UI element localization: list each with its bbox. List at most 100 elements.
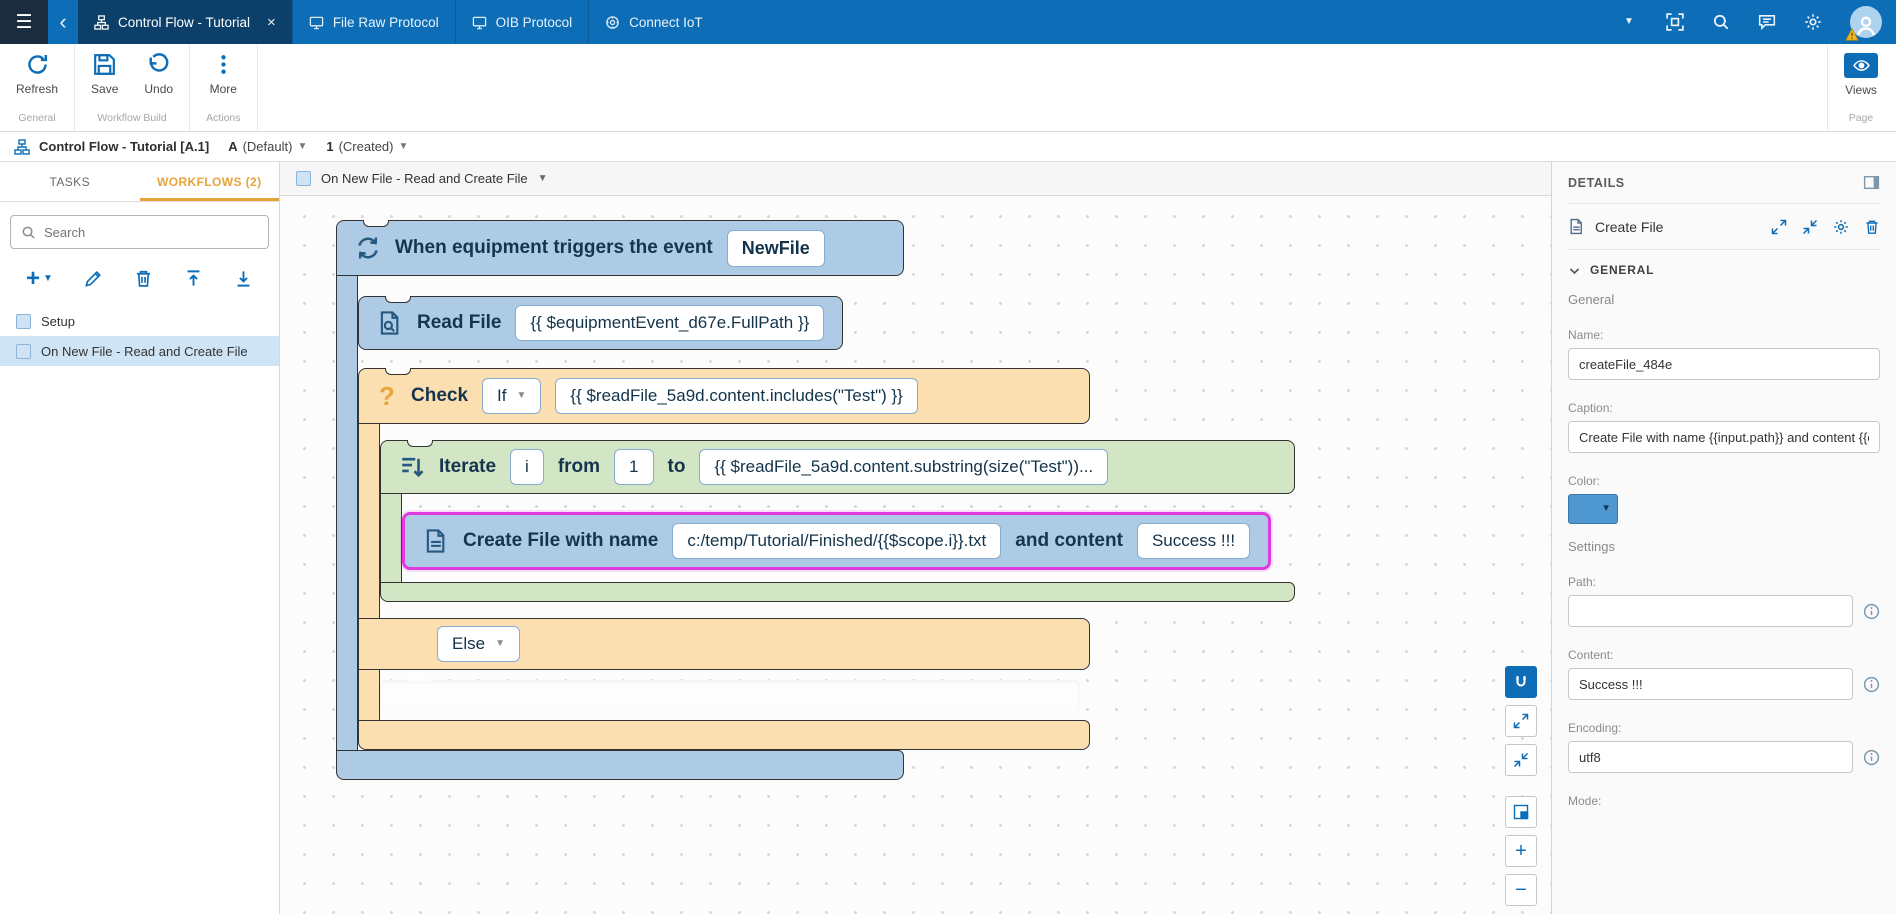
state-dropdown[interactable]: 1 (Created) ▼ xyxy=(326,139,408,154)
encoding-input[interactable] xyxy=(1568,741,1853,773)
workflow-header[interactable]: On New File - Read and Create File ▼ xyxy=(280,162,1551,196)
zoom-out-button[interactable]: − xyxy=(1505,874,1537,906)
refresh-button[interactable]: Refresh xyxy=(16,53,58,96)
connector-notch xyxy=(385,296,411,303)
back-button[interactable]: ‹ xyxy=(48,0,78,44)
iterate-from-field[interactable]: 1 xyxy=(614,449,653,485)
chevron-down-icon: ▼ xyxy=(538,174,548,184)
toolbar-group-label: Actions xyxy=(206,109,240,128)
block-footer xyxy=(380,582,1295,602)
save-button[interactable]: Save xyxy=(91,53,118,96)
protocol-icon xyxy=(309,15,324,30)
messages-button[interactable] xyxy=(1758,13,1776,31)
question-icon: ? xyxy=(377,381,397,412)
iterate-icon xyxy=(399,454,425,480)
workflow-designer: On New File - Read and Create File ▼ Whe… xyxy=(280,162,1551,914)
iot-icon xyxy=(605,15,620,30)
check-operator-dropdown[interactable]: If▼ xyxy=(482,378,541,414)
canvas-controls-bottom: + − xyxy=(1505,796,1537,906)
selected-block-title: Create File xyxy=(1595,219,1663,235)
list-item-on-new-file[interactable]: On New File - Read and Create File xyxy=(0,336,279,366)
user-avatar[interactable] xyxy=(1850,6,1882,38)
tab-file-raw-protocol[interactable]: File Raw Protocol xyxy=(292,0,455,44)
list-item-setup[interactable]: Setup xyxy=(0,306,279,336)
tab-control-flow-tutorial[interactable]: Control Flow - Tutorial × xyxy=(78,0,292,44)
gear-icon[interactable] xyxy=(1833,219,1849,235)
block-create-file[interactable]: Create File with name c:/temp/Tutorial/F… xyxy=(402,512,1271,570)
info-icon[interactable] xyxy=(1863,676,1880,693)
expand-icon[interactable] xyxy=(1771,219,1787,235)
create-file-name-field[interactable]: c:/temp/Tutorial/Finished/{{$scope.i}}.t… xyxy=(672,523,1001,559)
else-dropdown[interactable]: Else▼ xyxy=(437,626,520,662)
chevron-down-icon: ▼ xyxy=(43,274,53,284)
export-workflow-button[interactable] xyxy=(234,269,253,288)
tab-oib-protocol[interactable]: OIB Protocol xyxy=(455,0,589,44)
edit-workflow-button[interactable] xyxy=(84,269,103,288)
undo-button[interactable]: Undo xyxy=(144,53,173,96)
version-dropdown[interactable]: A (Default) ▼ xyxy=(228,139,307,154)
block-check[interactable]: ? Check If▼ {{ $readFile_5a9d.content.in… xyxy=(358,368,1295,750)
views-button[interactable]: Views xyxy=(1844,53,1878,97)
left-sidebar: TASKS WORKFLOWS (2) +▼ xyxy=(0,162,280,914)
block-event[interactable]: When equipment triggers the event NewFil… xyxy=(336,220,1295,780)
path-input[interactable] xyxy=(1568,595,1853,627)
tab-workflows[interactable]: WORKFLOWS (2) xyxy=(140,162,280,201)
collapse-icon[interactable] xyxy=(1802,219,1818,235)
empty-statement-slot[interactable] xyxy=(380,680,1080,712)
tab-connect-iot[interactable]: Connect IoT xyxy=(588,0,719,44)
delete-workflow-button[interactable] xyxy=(134,269,153,288)
chevron-down-icon: ▼ xyxy=(495,639,505,649)
search-input[interactable] xyxy=(44,225,258,240)
block-footer xyxy=(358,720,1090,750)
minimap-button[interactable] xyxy=(1505,796,1537,828)
iterate-to-field[interactable]: {{ $readFile_5a9d.content.substring(size… xyxy=(699,449,1108,485)
save-icon xyxy=(93,53,116,76)
arrow-down-to-line-icon xyxy=(234,269,253,288)
expand-all-button[interactable] xyxy=(1505,705,1537,737)
settings-button[interactable] xyxy=(1804,13,1822,31)
tab-tasks[interactable]: TASKS xyxy=(0,162,140,201)
block-read-file[interactable]: Read File {{ $equipmentEvent_d67e.FullPa… xyxy=(358,296,843,350)
workflow-item-icon xyxy=(296,171,311,186)
workflow-canvas[interactable]: When equipment triggers the event NewFil… xyxy=(280,196,1551,914)
close-icon[interactable]: × xyxy=(267,14,276,31)
add-workflow-button[interactable]: +▼ xyxy=(26,270,53,288)
toolbar-group-label: Page xyxy=(1844,109,1878,128)
block-iterate[interactable]: Iterate i from 1 to {{ $readFile_5a9d.co… xyxy=(380,440,1295,602)
create-file-icon xyxy=(423,528,449,554)
zoom-in-button[interactable]: + xyxy=(1505,835,1537,867)
panel-toggle-icon[interactable] xyxy=(1863,174,1880,191)
search-icon xyxy=(1712,13,1730,31)
read-file-path-field[interactable]: {{ $equipmentEvent_d67e.FullPath }} xyxy=(515,305,824,341)
event-name-field[interactable]: NewFile xyxy=(727,230,825,267)
expand-icon xyxy=(1513,713,1529,729)
tabs-dropdown-button[interactable]: ▼ xyxy=(1620,13,1638,31)
info-icon[interactable] xyxy=(1863,603,1880,620)
toolbar-group-general: Refresh General xyxy=(0,44,75,131)
content-input[interactable] xyxy=(1568,668,1853,700)
check-condition-field[interactable]: {{ $readFile_5a9d.content.includes("Test… xyxy=(555,378,917,414)
workflow-actions: +▼ xyxy=(0,259,279,300)
info-icon[interactable] xyxy=(1863,749,1880,766)
more-button[interactable]: More xyxy=(210,53,237,96)
collapse-all-button[interactable] xyxy=(1505,744,1537,776)
scan-button[interactable] xyxy=(1666,13,1684,31)
workflow-list: Setup On New File - Read and Create File xyxy=(0,306,279,366)
iterate-variable-field[interactable]: i xyxy=(510,449,544,485)
import-workflow-button[interactable] xyxy=(184,269,203,288)
block-rail xyxy=(358,424,380,618)
trash-icon[interactable] xyxy=(1864,219,1880,235)
toolbar-group-actions: More Actions xyxy=(190,44,257,131)
details-panel: DETAILS Create File GENERAL General Name… xyxy=(1551,162,1896,914)
color-picker-button[interactable]: ▼ xyxy=(1568,494,1618,524)
search-button[interactable] xyxy=(1712,13,1730,31)
caption-input[interactable] xyxy=(1568,421,1880,453)
create-file-content-field[interactable]: Success !!! xyxy=(1137,523,1250,559)
general-section-toggle[interactable]: GENERAL xyxy=(1568,263,1880,277)
snap-toggle-button[interactable] xyxy=(1505,666,1537,698)
mode-label: Mode: xyxy=(1568,794,1880,808)
name-input[interactable] xyxy=(1568,348,1880,380)
menu-button[interactable]: ☰ xyxy=(0,0,48,44)
protocol-icon xyxy=(472,15,487,30)
block-else-row[interactable]: Else▼ xyxy=(358,618,1090,670)
